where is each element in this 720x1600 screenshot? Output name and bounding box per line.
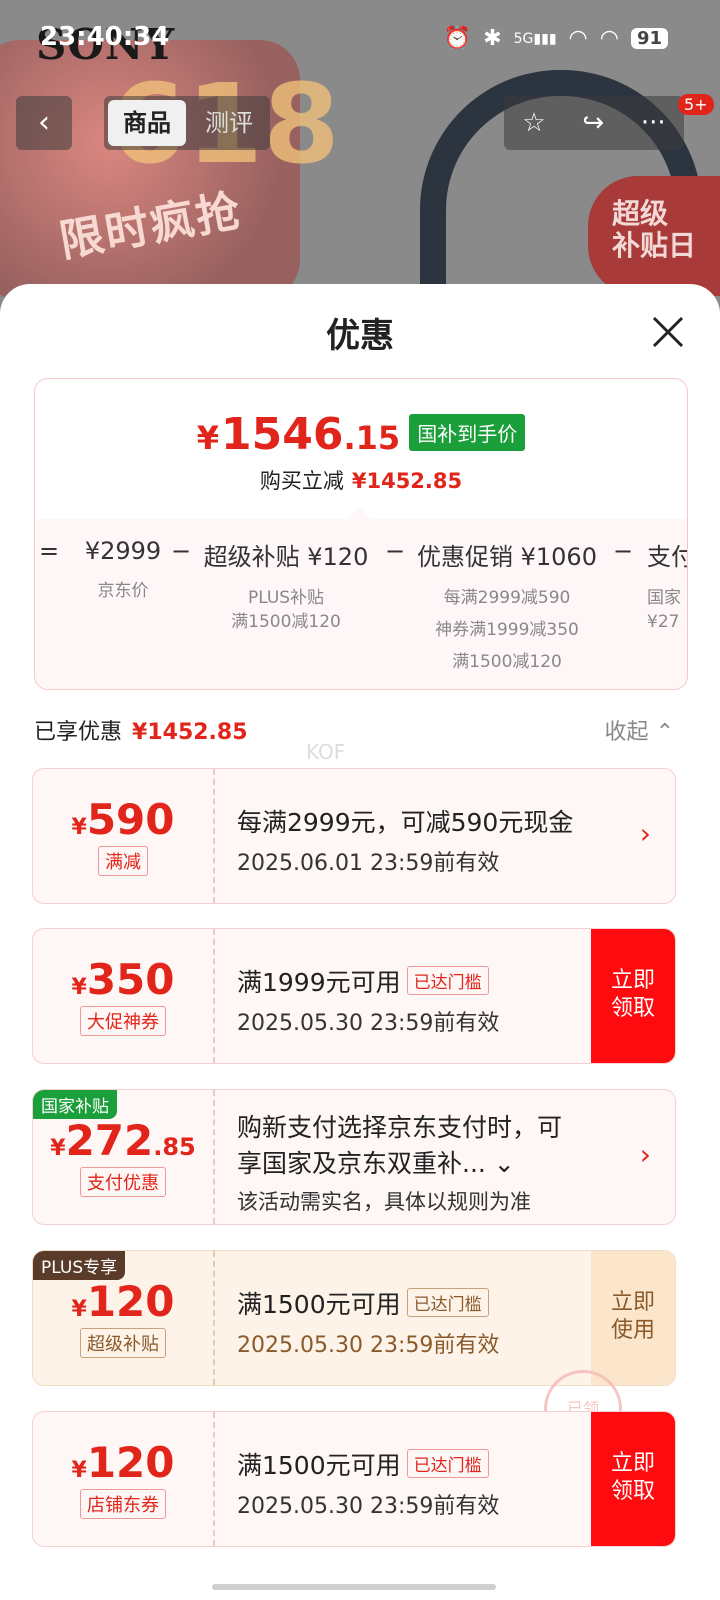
- chevron-right-icon[interactable]: ›: [640, 817, 651, 850]
- more-icon[interactable]: ···: [641, 108, 666, 138]
- chevron-up-icon: ⌃: [655, 720, 674, 745]
- reduce-amount: ¥1452.85: [351, 469, 463, 493]
- coupon-validity: 2025.05.30 23:59前有效: [237, 1494, 500, 1519]
- coupon-validity: 2025.06.01 23:59前有效: [237, 851, 500, 876]
- top-nav: ‹ 商品 测评 ☆ ↪ ··· 5+: [0, 94, 720, 152]
- coupon-validity: 2025.05.30 23:59前有效: [237, 1333, 500, 1358]
- use-button[interactable]: 立即 使用: [591, 1251, 675, 1385]
- coupon-validity: 2025.05.30 23:59前有效: [237, 1011, 500, 1036]
- coupon-tag: 超级补贴: [80, 1328, 166, 1358]
- coupon-card[interactable]: PLUS专享 ¥120 超级补贴 满1500元可用 已达门槛 2025.05.30…: [32, 1250, 676, 1386]
- coupon-card[interactable]: ¥350 大促神券 满1999元可用 已达门槛 2025.05.30 23:59前…: [32, 928, 676, 1064]
- divider: [213, 1412, 215, 1546]
- collapse-button[interactable]: 收起 ⌃: [605, 714, 674, 746]
- breakdown-jd-price: ¥2999 京东价: [84, 537, 162, 601]
- divider: [213, 1090, 215, 1224]
- price-tag: 国补到手价: [409, 414, 526, 451]
- back-button[interactable]: ‹: [16, 96, 72, 150]
- claim-button[interactable]: 立即 领取: [591, 929, 675, 1063]
- breakdown-payment: 支付 国家¥27: [647, 543, 687, 632]
- subsidy-day-badge: 超级 补贴日: [588, 176, 720, 296]
- coupon-rule-cont: 享国家及京东双重补... ⌄: [237, 1149, 515, 1178]
- signal-icon: 5G▮▮▮: [513, 30, 557, 47]
- coupon-tag: 大促神券: [80, 1006, 166, 1036]
- sheet-title: 优惠: [326, 316, 394, 356]
- coupon-amount: ¥590: [71, 795, 175, 844]
- status-bar: 23:40:34 ⏰ ✱ 5G▮▮▮ ◠ ◠ 91: [0, 22, 720, 58]
- coupon-rule: 满1500元可用 已达门槛: [237, 1285, 597, 1321]
- coupon-card[interactable]: 国家补贴 ¥272.85 支付优惠 购新支付选择京东支付时，可 享国家及京东双重…: [32, 1089, 676, 1225]
- enjoyed-discount: 已享优惠 ¥1452.85: [34, 720, 248, 745]
- coupon-amount: ¥120: [71, 1277, 175, 1326]
- coupon-tag: 店铺东券: [80, 1489, 166, 1519]
- threshold-reached-badge: 已达门槛: [406, 966, 489, 995]
- watermark: KOF: [306, 740, 346, 764]
- tab-product[interactable]: 商品: [108, 100, 186, 146]
- breakdown-promotion: 优惠促销 ¥1060 每满2999减590 神券满1999减350 满1500减12…: [417, 543, 597, 672]
- close-icon[interactable]: [648, 312, 688, 352]
- coupon-card[interactable]: ¥590 满减 每满2999元，可减590元现金 2025.06.01 23:5…: [32, 768, 676, 904]
- minus-sign: −: [613, 537, 634, 565]
- minus-sign: −: [171, 537, 192, 565]
- tab-review[interactable]: 测评: [190, 100, 268, 146]
- price-breakdown: = ¥2999 京东价 − 超级补贴 ¥120 PLUS补贴 满1500减120 …: [35, 519, 687, 689]
- alarm-icon: ⏰: [443, 26, 472, 51]
- coupon-card[interactable]: ¥120 店铺东券 满1500元可用 已达门槛 2025.05.30 23:59前…: [32, 1411, 676, 1547]
- divider: [213, 929, 215, 1063]
- coupon-note: 该活动需实名，具体以规则为准: [237, 1190, 531, 1214]
- divider: [213, 769, 215, 903]
- bluetooth-icon: ✱: [483, 26, 502, 51]
- home-indicator[interactable]: [212, 1584, 496, 1590]
- star-icon[interactable]: ☆: [522, 108, 545, 138]
- coupon-tag: 支付优惠: [80, 1167, 166, 1197]
- coupon-amount: ¥272.85: [50, 1116, 196, 1165]
- coupon-rule: 满1500元可用 已达门槛: [237, 1446, 597, 1482]
- chevron-down-icon[interactable]: ⌄: [494, 1149, 515, 1178]
- enjoyed-amount: ¥1452.85: [132, 720, 248, 745]
- claim-button[interactable]: 立即 领取: [591, 1412, 675, 1546]
- reduce-row: 购买立减 ¥1452.85: [259, 469, 463, 493]
- message-badge: 5+: [678, 94, 714, 115]
- coupon-rule: 购新支付选择京东支付时，可: [237, 1113, 563, 1142]
- wifi-icon: ◠: [599, 26, 619, 51]
- coupon-tag: 满减: [98, 846, 148, 876]
- nav-tabs: 商品 测评: [104, 96, 270, 150]
- chevron-right-icon[interactable]: ›: [640, 1138, 651, 1171]
- chevron-left-icon: ‹: [38, 105, 50, 140]
- coupon-amount: ¥120: [71, 1438, 175, 1487]
- breakdown-super-subsidy: 超级补贴 ¥120 PLUS补贴 满1500减120: [203, 543, 369, 632]
- nav-actions: ☆ ↪ ···: [504, 96, 684, 150]
- final-price-row: ¥1546.15 国补到手价: [35, 409, 687, 460]
- price-summary-card: ¥1546.15 国补到手价 购买立减 ¥1452.85 = ¥2999 京东价 …: [34, 378, 688, 690]
- coupon-rule: 每满2999元，可减590元现金: [237, 808, 574, 837]
- battery-icon: 91: [630, 28, 668, 49]
- pointer-caret: [347, 507, 371, 519]
- share-icon[interactable]: ↪: [582, 108, 604, 138]
- coupon-rule: 满1999元可用 已达门槛: [237, 963, 597, 999]
- final-price: ¥1546.15: [196, 409, 401, 460]
- clock: 23:40:34: [40, 22, 170, 52]
- threshold-reached-badge: 已达门槛: [406, 1449, 489, 1478]
- wifi-icon: ◠: [568, 26, 588, 51]
- divider: [213, 1251, 215, 1385]
- equals-sign: =: [39, 537, 60, 565]
- threshold-reached-badge: 已达门槛: [406, 1288, 489, 1317]
- minus-sign: −: [385, 537, 406, 565]
- coupon-amount: ¥350: [71, 955, 175, 1004]
